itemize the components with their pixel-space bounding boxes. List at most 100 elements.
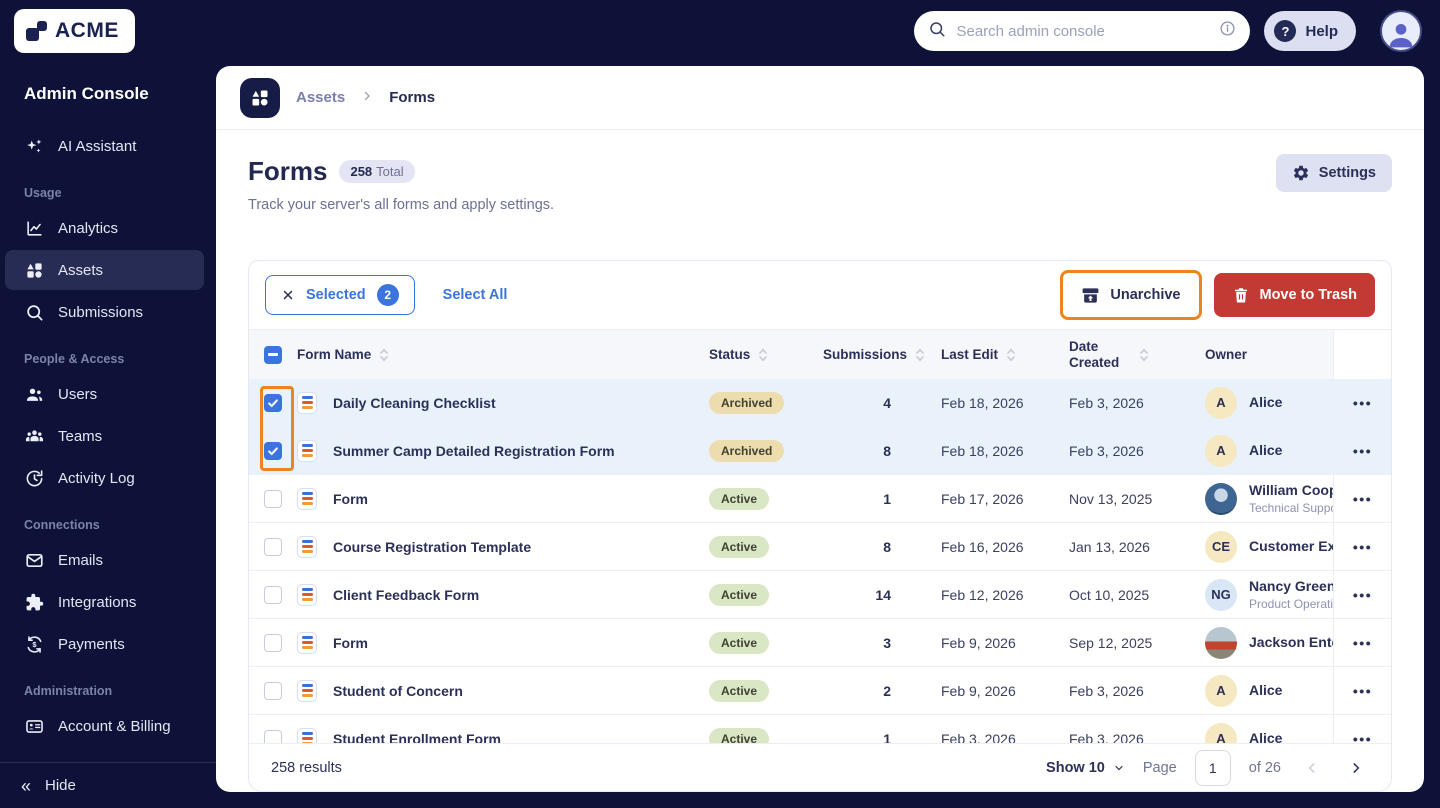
unarchive-button[interactable]: Unarchive bbox=[1065, 275, 1197, 315]
help-button[interactable]: ? Help bbox=[1264, 11, 1356, 51]
sidebar-section-label: Usage bbox=[24, 186, 62, 200]
form-name[interactable]: Daily Cleaning Checklist bbox=[333, 395, 496, 411]
sidebar-item-ai-assistant[interactable]: AI Assistant bbox=[5, 126, 204, 166]
form-icon bbox=[297, 439, 317, 462]
move-to-trash-button[interactable]: Move to Trash bbox=[1213, 273, 1375, 317]
table-row: Form Active 3 Feb 9, 2026 Sep 12, 2025 Jackso… bbox=[249, 619, 1391, 667]
forms-table-panel: Selected 2 Select All Unarchive Move to … bbox=[248, 260, 1392, 792]
submissions-count: 4 bbox=[883, 394, 891, 411]
admin-search[interactable] bbox=[914, 11, 1251, 51]
row-actions-menu[interactable]: ••• bbox=[1353, 395, 1372, 411]
owner-name: Customer Experience bbox=[1249, 538, 1333, 555]
page-number-input[interactable] bbox=[1194, 749, 1231, 786]
last-edit-date: Feb 16, 2026 bbox=[941, 538, 1024, 555]
prev-page-button[interactable] bbox=[1299, 755, 1325, 781]
form-name[interactable]: Form bbox=[333, 635, 368, 651]
gear-icon bbox=[1293, 165, 1308, 181]
row-checkbox[interactable] bbox=[264, 585, 282, 604]
row-actions-menu[interactable]: ••• bbox=[1353, 683, 1372, 699]
breadcrumb: Assets Forms bbox=[216, 66, 1424, 130]
select-all-checkbox[interactable] bbox=[264, 345, 282, 364]
status-badge: Active bbox=[709, 583, 770, 606]
sidebar-item-account-billing[interactable]: Account & Billing bbox=[5, 706, 204, 746]
owner-cell: NG Nancy Green Product Operations bbox=[1205, 578, 1333, 612]
form-icon bbox=[297, 583, 317, 606]
user-avatar[interactable] bbox=[1380, 10, 1422, 52]
row-checkbox[interactable] bbox=[264, 393, 282, 412]
breadcrumb-assets-link[interactable]: Assets bbox=[296, 89, 345, 106]
form-name[interactable]: Client Feedback Form bbox=[333, 587, 479, 603]
activity-icon bbox=[24, 468, 44, 488]
date-created: Jan 13, 2026 bbox=[1069, 538, 1150, 555]
sidebar-item-integrations[interactable]: Integrations bbox=[5, 582, 204, 622]
row-checkbox[interactable] bbox=[264, 489, 282, 508]
row-checkbox[interactable] bbox=[264, 681, 282, 700]
page-label: Page bbox=[1142, 759, 1177, 776]
analytics-icon bbox=[24, 218, 44, 238]
select-all-button[interactable]: Select All bbox=[443, 287, 508, 303]
search-icon bbox=[24, 302, 44, 322]
last-edit-date: Feb 18, 2026 bbox=[941, 442, 1024, 459]
page-size-select[interactable]: Show 10 bbox=[1046, 760, 1125, 776]
question-icon: ? bbox=[1274, 20, 1297, 42]
form-name[interactable]: Form bbox=[333, 491, 368, 507]
form-name[interactable]: Student of Concern bbox=[333, 683, 463, 699]
sort-icon[interactable] bbox=[379, 347, 389, 363]
row-actions-menu[interactable]: ••• bbox=[1353, 539, 1372, 555]
users-icon bbox=[24, 384, 44, 404]
date-created: Feb 3, 2026 bbox=[1069, 442, 1144, 459]
submissions-count: 2 bbox=[883, 682, 891, 699]
sidebar-item-payments[interactable]: $ Payments bbox=[5, 624, 204, 664]
status-badge: Archived bbox=[709, 439, 785, 462]
owner-subtitle: Product Operations bbox=[1249, 596, 1333, 611]
search-input[interactable] bbox=[956, 22, 1210, 40]
sidebar-item-assets[interactable]: Assets bbox=[5, 250, 204, 290]
table-row: Summer Camp Detailed Registration Form Ar… bbox=[249, 427, 1391, 475]
next-page-button[interactable] bbox=[1343, 755, 1369, 781]
chevron-right-icon bbox=[1353, 762, 1360, 773]
sort-icon[interactable] bbox=[1139, 347, 1149, 363]
last-edit-date: Feb 18, 2026 bbox=[941, 394, 1024, 411]
row-actions-menu[interactable]: ••• bbox=[1353, 635, 1372, 651]
table-row: Form Active 1 Feb 17, 2026 Nov 13, 2025 Willi… bbox=[249, 475, 1391, 523]
sidebar-item-emails[interactable]: Emails bbox=[5, 540, 204, 580]
chevron-down-icon bbox=[1115, 765, 1123, 770]
sort-icon[interactable] bbox=[915, 347, 925, 363]
sidebar-section-label: Connections bbox=[24, 518, 100, 532]
submissions-count: 8 bbox=[883, 442, 891, 459]
sidebar-item-activity-log[interactable]: Activity Log bbox=[5, 458, 204, 498]
settings-button[interactable]: Settings bbox=[1275, 154, 1392, 192]
row-checkbox[interactable] bbox=[264, 441, 282, 460]
submissions-count: 8 bbox=[883, 538, 891, 555]
row-checkbox[interactable] bbox=[264, 537, 282, 556]
status-badge: Active bbox=[709, 535, 770, 558]
row-actions-menu[interactable]: ••• bbox=[1353, 587, 1372, 603]
sort-icon[interactable] bbox=[758, 347, 768, 363]
submissions-count: 14 bbox=[875, 586, 891, 603]
table-row: Client Feedback Form Active 14 Feb 12, 2026… bbox=[249, 571, 1391, 619]
last-edit-date: Feb 17, 2026 bbox=[941, 490, 1024, 507]
last-edit-date: Feb 9, 2026 bbox=[941, 682, 1016, 699]
form-name[interactable]: Course Registration Template bbox=[333, 539, 531, 555]
status-badge: Active bbox=[709, 679, 770, 702]
sidebar-item-teams[interactable]: Teams bbox=[5, 416, 204, 456]
date-created: Feb 3, 2026 bbox=[1069, 682, 1144, 699]
form-icon bbox=[297, 535, 317, 558]
sidebar-item-submissions[interactable]: Submissions bbox=[5, 292, 204, 332]
sidebar-hide-button[interactable]: « Hide bbox=[0, 762, 216, 808]
form-name[interactable]: Summer Camp Detailed Registration Form bbox=[333, 443, 615, 459]
row-actions-menu[interactable]: ••• bbox=[1353, 491, 1372, 507]
owner-name: Alice bbox=[1249, 442, 1283, 459]
selected-filter-button[interactable]: Selected 2 bbox=[265, 275, 415, 315]
status-badge: Active bbox=[709, 487, 770, 510]
sort-icon[interactable] bbox=[1006, 347, 1016, 363]
info-icon[interactable] bbox=[1219, 20, 1236, 42]
status-badge: Active bbox=[709, 631, 770, 654]
owner-avatar bbox=[1205, 626, 1237, 659]
acme-logo[interactable]: ACME bbox=[14, 9, 135, 53]
main-content-card: Assets Forms Forms 258 Total Track your s… bbox=[216, 66, 1424, 792]
row-checkbox[interactable] bbox=[264, 633, 282, 652]
sidebar-item-analytics[interactable]: Analytics bbox=[5, 208, 204, 248]
row-actions-menu[interactable]: ••• bbox=[1353, 443, 1372, 459]
sidebar-item-users[interactable]: Users bbox=[5, 374, 204, 414]
